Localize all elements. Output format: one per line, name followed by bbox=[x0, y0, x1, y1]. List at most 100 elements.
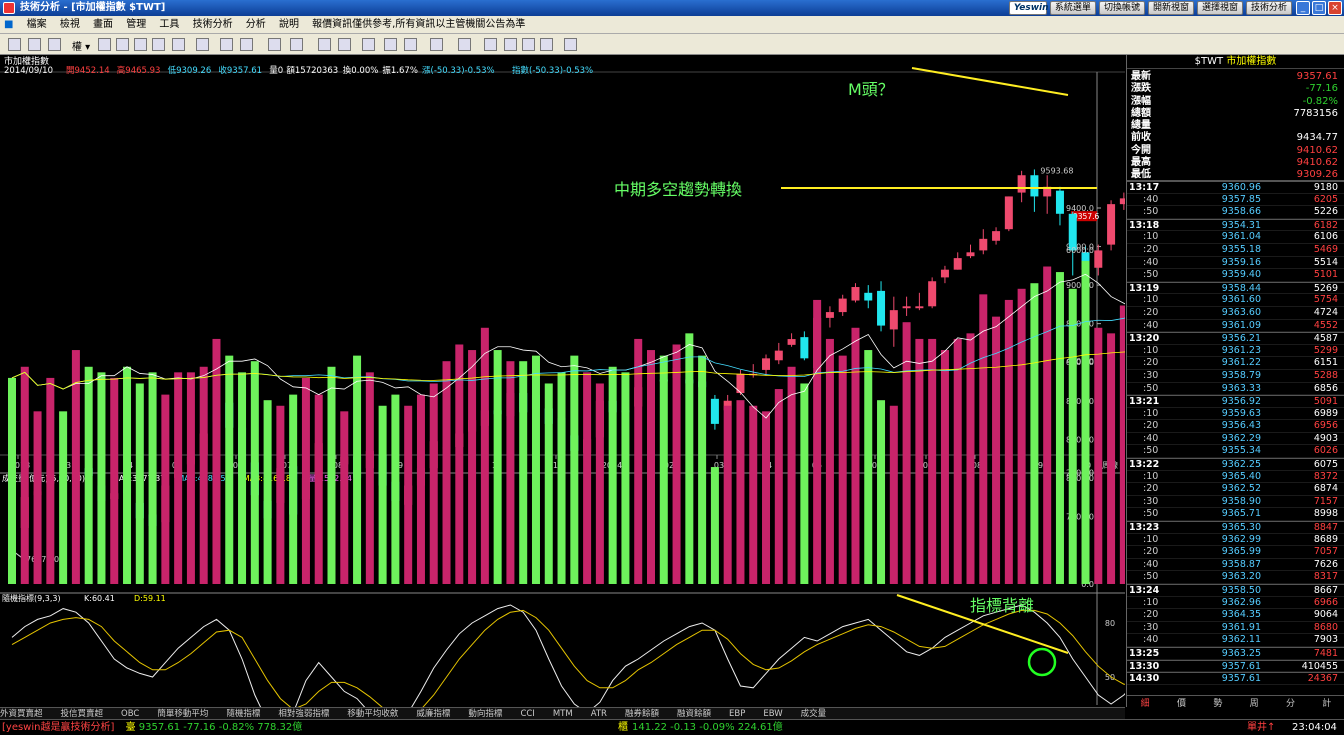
tick-row[interactable]: :30 9358.90 7157 bbox=[1127, 496, 1344, 509]
quote-tab-3[interactable]: 周 bbox=[1236, 696, 1272, 709]
toolbar-icon-25[interactable] bbox=[564, 38, 577, 51]
toolbar-icon-2[interactable] bbox=[28, 38, 41, 51]
tick-row[interactable]: :50 9358.66 5226 bbox=[1127, 206, 1344, 219]
tick-row[interactable]: :30 9361.91 8680 bbox=[1127, 622, 1344, 635]
toolbar-icon-17[interactable] bbox=[384, 38, 397, 51]
tick-row[interactable]: 13:18 9354.31 6182 bbox=[1127, 218, 1344, 232]
menu-help[interactable]: 說明 bbox=[279, 19, 299, 30]
quote-tab-2[interactable]: 勢 bbox=[1200, 696, 1236, 709]
tick-row[interactable]: :20 9364.35 9064 bbox=[1127, 609, 1344, 622]
menu-screen[interactable]: 畫面 bbox=[93, 19, 113, 30]
tick-row[interactable]: 13:19 9358.44 5269 bbox=[1127, 281, 1344, 295]
toolbar-icon-20[interactable] bbox=[458, 38, 471, 51]
indicator-tab[interactable]: 威廉指標 bbox=[416, 709, 450, 719]
toolbar-icon-12[interactable] bbox=[268, 38, 281, 51]
tick-row[interactable]: 13:30 9357.61 410455 bbox=[1127, 659, 1344, 673]
technical-analysis-button[interactable]: 技術分析 bbox=[1245, 1, 1292, 15]
tick-row[interactable]: :40 9359.16 5514 bbox=[1127, 257, 1344, 270]
indicator-tab[interactable]: 簡單移動平均 bbox=[157, 709, 208, 719]
toolbar-icon-15[interactable] bbox=[338, 38, 351, 51]
indicator-tab[interactable]: 相對強弱指標 bbox=[278, 709, 329, 719]
toolbar-icon-6[interactable] bbox=[134, 38, 147, 51]
tick-row[interactable]: 13:20 9356.21 4587 bbox=[1127, 332, 1344, 345]
tick-row[interactable]: :50 9359.40 5101 bbox=[1127, 269, 1344, 282]
menu-view[interactable]: 檢視 bbox=[60, 19, 80, 30]
select-window-button[interactable]: 選擇視窗 bbox=[1196, 1, 1243, 15]
tick-row[interactable]: :10 9362.99 8689 bbox=[1127, 534, 1344, 547]
tick-row[interactable]: :10 9361.04 6106 bbox=[1127, 231, 1344, 244]
indicator-tab[interactable]: 融券餘額 bbox=[625, 709, 659, 719]
toolbar-icon-22[interactable] bbox=[504, 38, 517, 51]
toolbar-icon-18[interactable] bbox=[404, 38, 417, 51]
tick-row[interactable]: :20 9356.43 6956 bbox=[1127, 420, 1344, 433]
toolbar-icon-4[interactable] bbox=[98, 38, 111, 51]
indicator-tab[interactable]: 成交量 bbox=[801, 709, 827, 719]
tick-row[interactable]: :30 9358.79 5288 bbox=[1127, 370, 1344, 383]
tick-row[interactable]: :50 9355.34 6026 bbox=[1127, 445, 1344, 459]
toolbar-icon-16[interactable] bbox=[362, 38, 375, 51]
toolbar-icon-10[interactable] bbox=[220, 38, 233, 51]
indicator-tab[interactable]: EBW bbox=[763, 709, 782, 719]
quote-tab-0[interactable]: 細 bbox=[1127, 696, 1163, 709]
tick-row[interactable]: :20 9361.22 6151 bbox=[1127, 357, 1344, 370]
toolbar-icon-24[interactable] bbox=[540, 38, 553, 51]
tick-row[interactable]: 13:17 9360.96 9180 bbox=[1127, 181, 1344, 194]
toolbar-icon-21[interactable] bbox=[484, 38, 497, 51]
toolbar-icon-14[interactable] bbox=[318, 38, 331, 51]
toolbar-icon-1[interactable] bbox=[8, 38, 21, 51]
tick-row[interactable]: 14:30 9357.61 24367 bbox=[1127, 672, 1344, 685]
tick-row[interactable]: 13:23 9365.30 8847 bbox=[1127, 521, 1344, 534]
switch-account-button[interactable]: 切換帳號 bbox=[1098, 1, 1145, 15]
tick-row[interactable]: :20 9355.18 5469 bbox=[1127, 244, 1344, 257]
indicator-tab[interactable]: EBP bbox=[729, 709, 745, 719]
indicator-tab[interactable]: CCI bbox=[520, 709, 534, 719]
tick-row[interactable]: :20 9363.60 4724 bbox=[1127, 307, 1344, 320]
toolbar-icon-7[interactable] bbox=[152, 38, 165, 51]
tick-row[interactable]: :40 9362.29 4903 bbox=[1127, 433, 1344, 446]
indicator-tab[interactable]: 隨機指標 bbox=[226, 709, 260, 719]
tick-row[interactable]: :50 9363.20 8317 bbox=[1127, 571, 1344, 584]
tick-row[interactable]: :40 9358.87 7626 bbox=[1127, 559, 1344, 572]
tick-row[interactable]: :40 9362.11 7903 bbox=[1127, 634, 1344, 647]
toolbar-icon-13[interactable] bbox=[290, 38, 303, 51]
tick-row[interactable]: :10 9362.96 6966 bbox=[1127, 597, 1344, 610]
toolbar-icon-3[interactable] bbox=[48, 38, 61, 51]
minimize-icon[interactable]: _ bbox=[1296, 1, 1310, 15]
tick-row[interactable]: :50 9365.71 8998 bbox=[1127, 508, 1344, 522]
indicator-tab[interactable]: 移動平均收斂 bbox=[347, 709, 398, 719]
menu-tools[interactable]: 工具 bbox=[159, 19, 179, 30]
tick-row[interactable]: 13:21 9356.92 5091 bbox=[1127, 395, 1344, 408]
menu-analysis[interactable]: 分析 bbox=[246, 19, 266, 30]
tick-row[interactable]: 13:22 9362.25 6075 bbox=[1127, 458, 1344, 471]
tick-row[interactable]: :20 9365.99 7057 bbox=[1127, 546, 1344, 559]
tick-row[interactable]: :40 9357.85 6205 bbox=[1127, 194, 1344, 207]
menu-technical[interactable]: 技術分析 bbox=[193, 19, 233, 30]
system-menu-button[interactable]: 系統選單 bbox=[1049, 1, 1096, 15]
toolbar-icon-8[interactable] bbox=[172, 38, 185, 51]
new-window-button[interactable]: 開新視窗 bbox=[1147, 1, 1194, 15]
indicator-tab[interactable]: 外資買賣超 bbox=[0, 709, 43, 719]
tick-row[interactable]: :50 9363.33 6856 bbox=[1127, 383, 1344, 396]
toolbar-icon-23[interactable] bbox=[522, 38, 535, 51]
quote-tab-1[interactable]: 價 bbox=[1163, 696, 1199, 709]
tick-row[interactable]: :40 9361.09 4552 bbox=[1127, 320, 1344, 333]
indicator-tab[interactable]: 動向指標 bbox=[468, 709, 502, 719]
indicator-tab[interactable]: OBC bbox=[121, 709, 139, 719]
toolbar-icon-5[interactable] bbox=[116, 38, 129, 51]
toolbar-icon-9[interactable] bbox=[196, 38, 209, 51]
menu-file[interactable]: 檔案 bbox=[27, 19, 47, 30]
indicator-tab[interactable]: 融資餘額 bbox=[677, 709, 711, 719]
close-icon[interactable]: × bbox=[1328, 1, 1342, 15]
tick-row[interactable]: :10 9365.40 8372 bbox=[1127, 471, 1344, 484]
quote-tab-5[interactable]: 計 bbox=[1309, 696, 1344, 709]
toolbar-icon-19[interactable] bbox=[430, 38, 443, 51]
tick-row[interactable]: :20 9362.52 6874 bbox=[1127, 483, 1344, 496]
menu-manage[interactable]: 管理 bbox=[126, 19, 146, 30]
toolbar-icon-11[interactable] bbox=[240, 38, 253, 51]
tick-row[interactable]: 13:25 9363.25 7481 bbox=[1127, 646, 1344, 660]
indicator-tab[interactable]: ATR bbox=[591, 709, 607, 719]
quote-tab-4[interactable]: 分 bbox=[1272, 696, 1308, 709]
tick-row[interactable]: 13:24 9358.50 8667 bbox=[1127, 584, 1344, 597]
tick-row[interactable]: :10 9359.63 6989 bbox=[1127, 408, 1344, 421]
indicator-tab[interactable]: MTM bbox=[553, 709, 573, 719]
